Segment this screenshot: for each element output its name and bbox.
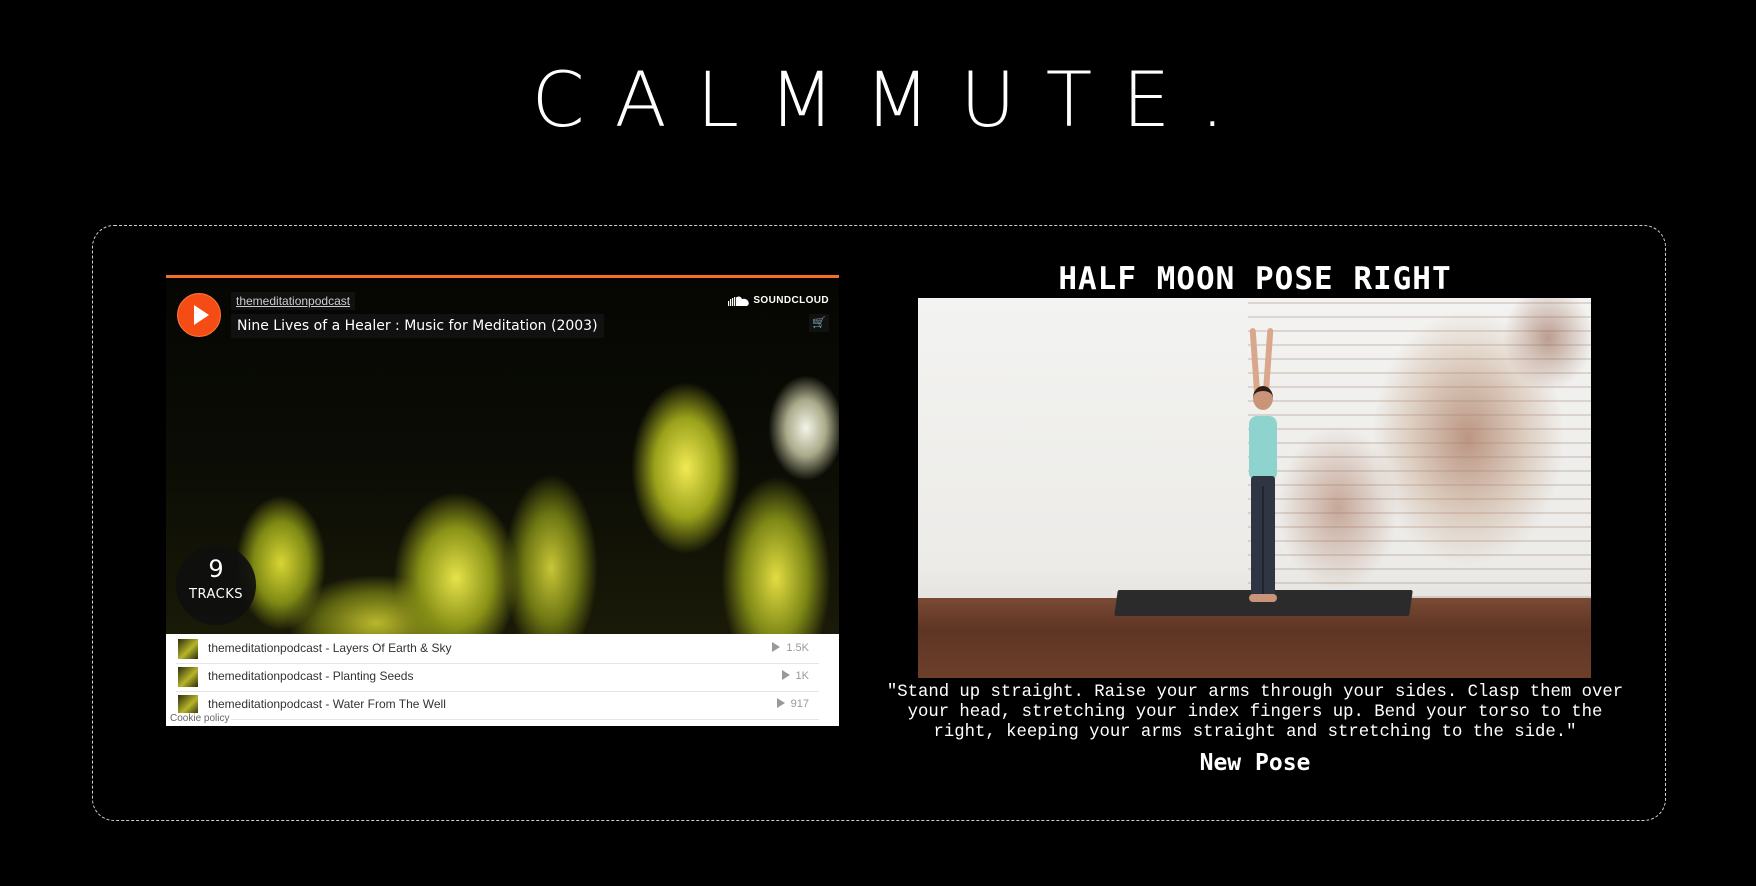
soundcloud-cloud-icon [728, 296, 750, 306]
play-count-value: 1.5K [786, 642, 809, 654]
track-play-count: 917 [776, 698, 809, 710]
track-title[interactable]: themeditationpodcast - Layers Of Earth &… [208, 641, 451, 655]
track-count-label: TRACKS [189, 587, 243, 602]
uploader-link[interactable]: themeditationpodcast [231, 292, 356, 310]
pose-instructions: "Stand up straight. Raise your arms thro… [886, 683, 1624, 742]
pose-video[interactable] [918, 298, 1591, 678]
play-count-icon [776, 698, 785, 708]
track-title[interactable]: themeditationpodcast - Planting Seeds [208, 669, 413, 683]
cookie-policy-link[interactable]: Cookie policy [168, 713, 232, 724]
site-title: CALMMUTE. [531, 55, 1255, 144]
track-count-number: 9 [208, 555, 224, 583]
soundcloud-brand-label: SOUNDCLOUD [753, 295, 829, 306]
track-row[interactable]: themeditationpodcast - Planting Seeds 1K [176, 662, 819, 692]
soundcloud-player: themeditationpodcast Nine Lives of a Hea… [166, 275, 839, 726]
play-count-icon [772, 642, 781, 652]
play-count-value: 917 [790, 698, 809, 710]
play-count-icon [781, 670, 790, 680]
track-count-badge: 9 TRACKS [176, 545, 256, 625]
track-play-count: 1.5K [772, 642, 809, 654]
new-pose-button[interactable]: New Pose [1130, 750, 1380, 776]
track-play-count: 1K [781, 670, 809, 682]
pose-title: HALF MOON POSE RIGHT [1058, 261, 1452, 297]
track-thumbnail [178, 639, 198, 659]
track-list: themeditationpodcast - Layers Of Earth &… [166, 634, 839, 726]
track-title[interactable]: themeditationpodcast - Water From The We… [208, 697, 446, 711]
track-row[interactable]: themeditationpodcast - Water From The We… [176, 690, 819, 720]
soundcloud-logo[interactable]: SOUNDCLOUD [728, 295, 829, 306]
play-count-value: 1K [795, 670, 809, 682]
track-thumbnail [178, 667, 198, 687]
brick-wall-background [1248, 298, 1591, 598]
playlist-title[interactable]: Nine Lives of a Healer : Music for Medit… [231, 314, 604, 338]
cart-icon[interactable]: 🛒 [809, 314, 829, 332]
play-button[interactable] [177, 293, 221, 337]
yoga-instructor [1243, 327, 1283, 603]
track-row[interactable]: themeditationpodcast - Layers Of Earth &… [176, 634, 819, 664]
track-thumbnail [178, 695, 198, 715]
